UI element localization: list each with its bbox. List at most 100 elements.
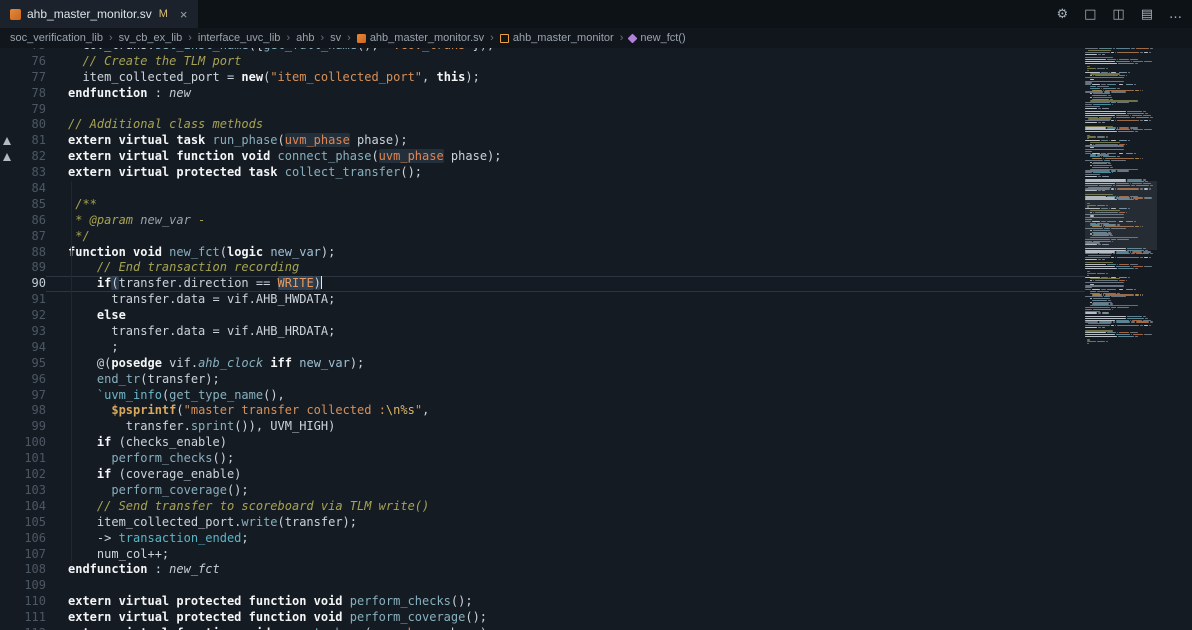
code-line-101[interactable]: 101 perform_checks();: [0, 451, 1085, 467]
code-line-84[interactable]: 84: [0, 181, 1085, 197]
token: cov_trans.: [68, 48, 155, 52]
code-line-79[interactable]: 79: [0, 102, 1085, 118]
gutter-margin[interactable]: [0, 86, 16, 102]
gutter-margin[interactable]: [0, 70, 16, 86]
code-line-105[interactable]: 105 item_collected_port.write(transfer);: [0, 515, 1085, 531]
close-icon[interactable]: ×: [180, 7, 188, 22]
code-line-100[interactable]: 100 if (checks_enable): [0, 435, 1085, 451]
tab-ahb-master-monitor[interactable]: ahb_master_monitor.sv M ×: [0, 0, 198, 28]
gutter-margin[interactable]: [0, 181, 16, 197]
breadcrumb-item-soc-verification-lib[interactable]: soc_verification_lib: [10, 32, 103, 44]
breadcrumb-item-ahb-master-monitor[interactable]: ahb_master_monitor: [500, 32, 614, 44]
code-line-76[interactable]: 76 // Create the TLM port: [0, 54, 1085, 70]
code-line-94[interactable]: 94 ;: [0, 340, 1085, 356]
code-line-92[interactable]: 92 else: [0, 308, 1085, 324]
code-line-88[interactable]: 88function void new_fct(logic new_var);: [0, 245, 1085, 261]
code-line-111[interactable]: 111extern virtual protected function voi…: [0, 610, 1085, 626]
gear-icon[interactable]: ⚙: [1056, 7, 1068, 22]
split-editor-icon[interactable]: ◫: [1112, 7, 1124, 22]
gutter-margin[interactable]: [0, 165, 16, 181]
code-line-87[interactable]: 87 */: [0, 229, 1085, 245]
gutter-margin[interactable]: [0, 403, 16, 419]
code-line-83[interactable]: 83extern virtual protected task collect_…: [0, 165, 1085, 181]
code-line-86[interactable]: 86 * @param new_var -: [0, 213, 1085, 229]
gutter-margin[interactable]: [0, 610, 16, 626]
code-line-98[interactable]: 98 $psprintf("master transfer collected …: [0, 403, 1085, 419]
gutter-margin[interactable]: [0, 419, 16, 435]
gutter-margin[interactable]: [0, 260, 16, 276]
code-line-93[interactable]: 93 transfer.data = vif.AHB_HRDATA;: [0, 324, 1085, 340]
gutter-margin[interactable]: [0, 276, 16, 292]
gutter-margin[interactable]: [0, 149, 16, 165]
gutter-margin[interactable]: [0, 467, 16, 483]
code-line-106[interactable]: 106 -> transaction_ended;: [0, 531, 1085, 547]
minimap-slider[interactable]: [1085, 181, 1157, 250]
code-line-104[interactable]: 104 // Send transfer to scoreboard via T…: [0, 499, 1085, 515]
gutter-margin[interactable]: [0, 229, 16, 245]
code-line-109[interactable]: 109: [0, 578, 1085, 594]
code-line-81[interactable]: 81extern virtual task run_phase(uvm_phas…: [0, 133, 1085, 149]
extern-link-icon[interactable]: [3, 137, 11, 145]
gutter-margin[interactable]: [0, 356, 16, 372]
gutter-margin[interactable]: [0, 562, 16, 578]
gutter-margin[interactable]: [0, 531, 16, 547]
editor[interactable]: 75 cov_trans.set_inst_name({get_full_nam…: [0, 48, 1085, 630]
token: @(: [68, 356, 111, 370]
code-line-78[interactable]: 78endfunction : new: [0, 86, 1085, 102]
gutter-margin[interactable]: [0, 435, 16, 451]
gutter-margin[interactable]: [0, 117, 16, 133]
token: (transfer);: [140, 372, 219, 386]
breadcrumb-item-new-fct[interactable]: new_fct(): [629, 32, 685, 44]
gutter-margin[interactable]: [0, 578, 16, 594]
gutter-margin[interactable]: [0, 594, 16, 610]
breadcrumb-item-interface-uvc-lib[interactable]: interface_uvc_lib: [198, 32, 281, 44]
gutter-margin[interactable]: [0, 372, 16, 388]
breadcrumb-item-ahb[interactable]: ahb: [296, 32, 314, 44]
gutter-margin[interactable]: [0, 308, 16, 324]
layout-panels-icon[interactable]: ▤: [1141, 7, 1153, 22]
token: uvm_phase: [379, 149, 444, 163]
code-line-103[interactable]: 103 perform_coverage();: [0, 483, 1085, 499]
gutter-margin[interactable]: [0, 292, 16, 308]
breadcrumb-item-sv-cb-ex-lib[interactable]: sv_cb_ex_lib: [119, 32, 183, 44]
code-line-90[interactable]: 90 if(transfer.direction == WRITE): [0, 276, 1085, 292]
token: "master transfer collected :: [184, 403, 386, 417]
layout-square-icon[interactable]: □: [1084, 7, 1096, 22]
code-line-110[interactable]: 110extern virtual protected function voi…: [0, 594, 1085, 610]
code-line-107[interactable]: 107 num_col++;: [0, 547, 1085, 563]
gutter-margin[interactable]: [0, 388, 16, 404]
gutter-margin[interactable]: [0, 102, 16, 118]
gutter-margin[interactable]: [0, 340, 16, 356]
breadcrumb-item-ahb-master-monitor-sv[interactable]: ahb_master_monitor.sv: [357, 32, 484, 44]
code-line-85[interactable]: 85 /**: [0, 197, 1085, 213]
gutter-margin[interactable]: [0, 515, 16, 531]
code-line-80[interactable]: 80// Additional class methods: [0, 117, 1085, 133]
code-line-91[interactable]: 91 transfer.data = vif.AHB_HWDATA;: [0, 292, 1085, 308]
gutter-margin[interactable]: [0, 324, 16, 340]
gutter-margin[interactable]: [0, 483, 16, 499]
gutter-margin[interactable]: [0, 213, 16, 229]
token: get_type_name: [169, 388, 263, 402]
breadcrumb-item-sv[interactable]: sv: [330, 32, 341, 44]
code-line-96[interactable]: 96 end_tr(transfer);: [0, 372, 1085, 388]
gutter-margin[interactable]: [0, 133, 16, 149]
gutter-margin[interactable]: [0, 547, 16, 563]
code-line-82[interactable]: 82extern virtual function void connect_p…: [0, 149, 1085, 165]
gutter-margin[interactable]: [0, 54, 16, 70]
more-actions-icon[interactable]: …: [1169, 7, 1182, 22]
gutter-margin[interactable]: [0, 499, 16, 515]
gutter-margin[interactable]: [0, 197, 16, 213]
code-line-99[interactable]: 99 transfer.sprint()), UVM_HIGH): [0, 419, 1085, 435]
minimap[interactable]: [1085, 48, 1157, 630]
code-line-97[interactable]: 97 `uvm_info(get_type_name(),: [0, 388, 1085, 404]
gutter-margin[interactable]: [0, 245, 16, 261]
code-line-77[interactable]: 77 item_collected_port = new("item_colle…: [0, 70, 1085, 86]
gutter-margin[interactable]: [0, 626, 16, 630]
extern-link-icon[interactable]: [3, 153, 11, 161]
code-line-102[interactable]: 102 if (coverage_enable): [0, 467, 1085, 483]
code-line-95[interactable]: 95 @(posedge vif.ahb_clock iff new_var);: [0, 356, 1085, 372]
gutter-margin[interactable]: [0, 451, 16, 467]
code-line-89[interactable]: 89 // End transaction recording: [0, 260, 1085, 276]
code-line-108[interactable]: 108endfunction : new_fct: [0, 562, 1085, 578]
code-line-112[interactable]: 112extern virtual function void report_p…: [0, 626, 1085, 630]
